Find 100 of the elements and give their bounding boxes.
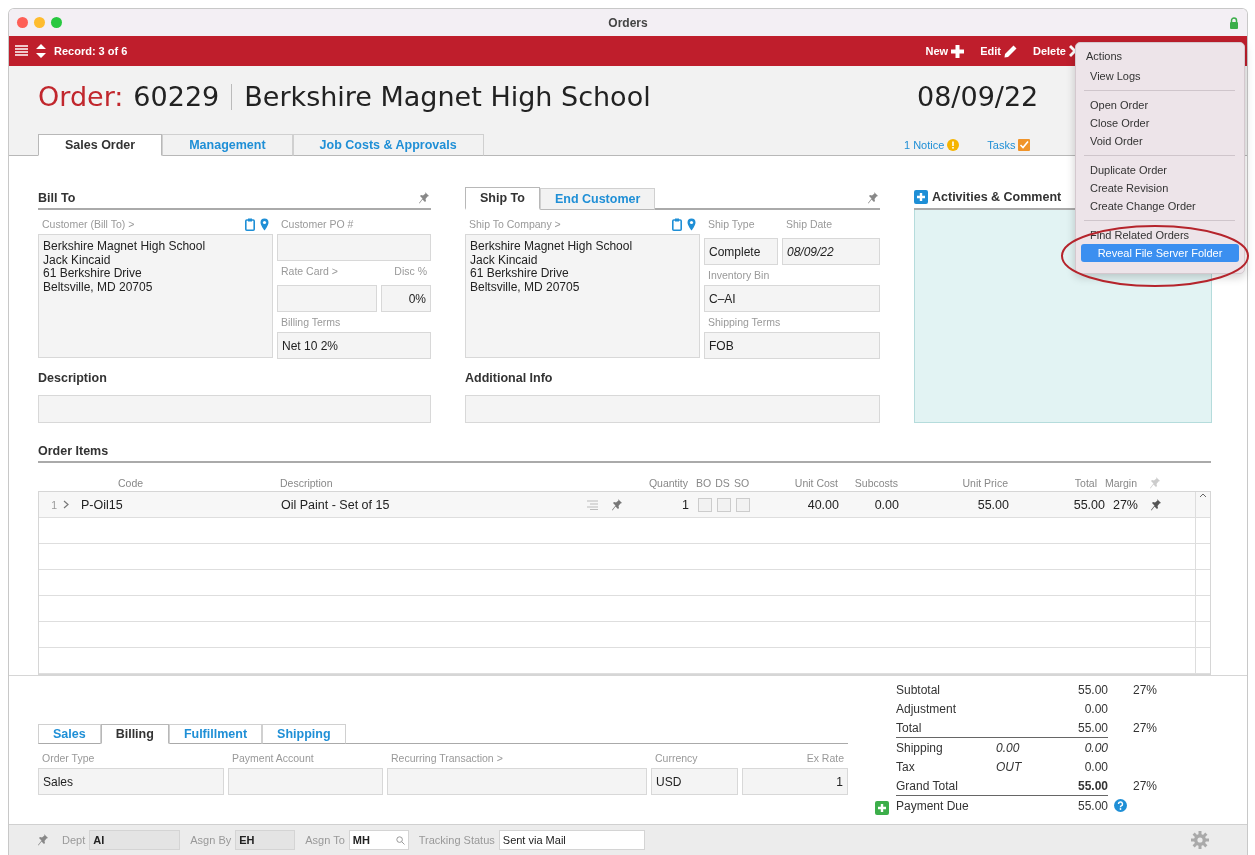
address-field[interactable]: Berkshire Magnet High School Jack Kincaid 61 Berkshire Drive Beltsville, MD 20705 bbox=[465, 234, 700, 358]
text-field[interactable] bbox=[277, 285, 377, 312]
table-cell: 55.00 bbox=[1073, 497, 1105, 512]
menu-item[interactable]: Create Change Order bbox=[1084, 197, 1235, 215]
tab[interactable]: Sales bbox=[38, 724, 101, 744]
text-field[interactable]: 1 bbox=[742, 768, 848, 795]
text-field[interactable]: Sales bbox=[38, 768, 224, 795]
menu-item[interactable]: Create Revision bbox=[1084, 179, 1235, 197]
tab[interactable]: Fulfillment bbox=[168, 724, 263, 744]
total-value: 55.00 bbox=[1077, 682, 1108, 697]
total-label: Total bbox=[896, 720, 922, 735]
section-title: Activities & Comment bbox=[932, 190, 1062, 204]
text-field[interactable]: Complete bbox=[704, 238, 778, 265]
menu-item[interactable]: Find Related Orders bbox=[1084, 226, 1235, 244]
minimize-button[interactable] bbox=[34, 17, 45, 28]
column-header: Description bbox=[280, 477, 333, 489]
column-header: Unit Cost bbox=[794, 477, 838, 489]
field-label: Recurring Transaction > bbox=[390, 751, 504, 766]
order-label: Order: bbox=[38, 81, 124, 112]
total-value: 55.00 bbox=[1077, 798, 1108, 813]
column-header: Quantity bbox=[648, 477, 688, 489]
field-label: Tracking Status bbox=[418, 834, 495, 846]
tab[interactable]: Billing bbox=[100, 724, 169, 744]
text-field[interactable]: AI bbox=[89, 830, 181, 850]
pin-icon[interactable] bbox=[868, 192, 878, 204]
location-pin-icon[interactable] bbox=[687, 217, 696, 231]
record-counter: Record: 3 of 6 bbox=[54, 45, 128, 57]
text-field[interactable] bbox=[228, 768, 383, 795]
text-field[interactable]: FOB bbox=[704, 332, 880, 359]
text-field[interactable] bbox=[387, 768, 647, 795]
total-label: Subtotal bbox=[896, 682, 941, 697]
menu-icon[interactable] bbox=[15, 45, 28, 57]
field-label: Dept bbox=[62, 834, 86, 846]
column-header: SO bbox=[733, 477, 750, 489]
text-field[interactable] bbox=[38, 395, 431, 423]
text-field[interactable]: Sent via Mail bbox=[498, 830, 645, 850]
text-field[interactable]: USD bbox=[651, 768, 738, 795]
tab[interactable]: Ship To bbox=[465, 187, 540, 210]
pin-icon[interactable] bbox=[38, 834, 48, 846]
search-icon[interactable] bbox=[395, 835, 405, 845]
field-label: Asgn By bbox=[190, 834, 232, 846]
menu-title: Actions bbox=[1085, 49, 1124, 64]
text-field[interactable]: C–AI bbox=[704, 285, 880, 312]
menu-item[interactable]: View Logs bbox=[1084, 67, 1235, 85]
up-down-arrows-icon[interactable] bbox=[36, 44, 46, 58]
add-payment-icon[interactable] bbox=[875, 801, 889, 815]
field-label: Ship To Company > bbox=[468, 217, 562, 232]
order-date: 08/09/22 bbox=[917, 81, 1039, 112]
menu-item[interactable]: Close Order bbox=[1084, 114, 1235, 132]
customer-name: Berkshire Magnet High School bbox=[244, 81, 651, 112]
scroll-up-icon[interactable] bbox=[1199, 492, 1207, 498]
section-title: Description bbox=[38, 371, 108, 387]
zoom-button[interactable] bbox=[51, 17, 62, 28]
text-field[interactable] bbox=[465, 395, 880, 423]
text-field[interactable]: EH bbox=[235, 830, 296, 850]
section-title: Order Items bbox=[38, 444, 109, 460]
text-field[interactable]: 08/09/22 bbox=[782, 238, 880, 265]
field-label: Asgn To bbox=[305, 834, 345, 846]
clipboard-icon[interactable] bbox=[672, 217, 682, 231]
tab[interactable]: Shipping bbox=[262, 724, 346, 744]
text-field[interactable] bbox=[277, 234, 431, 261]
close-window-button[interactable] bbox=[17, 17, 28, 28]
address-field[interactable]: Berkshire Magnet High School Jack Kincaid 61 Berkshire Drive Beltsville, MD 20705 bbox=[38, 234, 273, 358]
pin-icon[interactable] bbox=[1151, 498, 1161, 511]
text-field[interactable]: MH bbox=[348, 830, 409, 850]
checkbox[interactable] bbox=[697, 497, 712, 512]
table-cell: 40.00 bbox=[807, 497, 839, 512]
settings-icon[interactable] bbox=[1191, 831, 1209, 849]
help-icon[interactable] bbox=[1114, 799, 1127, 812]
column-header: Unit Price bbox=[962, 477, 1008, 489]
section-title: Bill To bbox=[38, 191, 76, 207]
order-number: 60229 bbox=[133, 81, 220, 112]
table-cell: P-Oil15 bbox=[81, 497, 123, 512]
pin-icon[interactable] bbox=[419, 192, 429, 204]
table-cell: Oil Paint - Set of 15 bbox=[281, 497, 390, 512]
menu-item[interactable]: Void Order bbox=[1084, 132, 1235, 150]
text-field[interactable]: 0% bbox=[381, 285, 431, 312]
add-icon[interactable] bbox=[914, 190, 928, 204]
toolbar-button[interactable]: Edit bbox=[980, 44, 1017, 58]
field-label: Shipping Terms bbox=[707, 315, 782, 330]
checkbox[interactable] bbox=[735, 497, 750, 512]
field-label: Inventory Bin bbox=[707, 268, 771, 283]
location-pin-icon[interactable] bbox=[260, 217, 269, 231]
tab[interactable]: Sales Order bbox=[38, 134, 163, 156]
text-field[interactable]: Net 10 2% bbox=[277, 332, 431, 359]
field-label: Customer PO # bbox=[280, 217, 355, 232]
margin-value: 27% bbox=[1133, 720, 1158, 735]
menu-item[interactable]: Duplicate Order bbox=[1084, 161, 1235, 179]
field-label: Order Type bbox=[41, 751, 96, 766]
total-label: Payment Due bbox=[896, 798, 969, 813]
checkbox[interactable] bbox=[716, 497, 731, 512]
clipboard-icon[interactable] bbox=[245, 217, 255, 231]
column-header: Margin bbox=[1104, 477, 1137, 489]
notes-icon[interactable] bbox=[587, 499, 598, 510]
field-label: Ship Type bbox=[707, 217, 756, 232]
total-value: 0.00 bbox=[996, 740, 1020, 755]
table-cell: 1 bbox=[51, 498, 57, 511]
toolbar-button[interactable]: New bbox=[925, 44, 965, 58]
pin-icon[interactable] bbox=[612, 498, 622, 511]
menu-item[interactable]: Open Order bbox=[1084, 96, 1235, 114]
